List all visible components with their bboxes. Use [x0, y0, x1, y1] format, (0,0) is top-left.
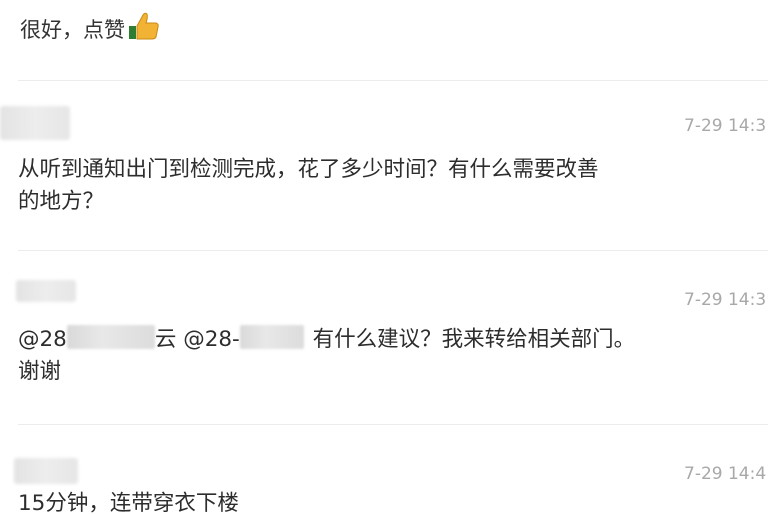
redacted-name [66, 325, 155, 349]
comment-body: @28 云 @28- 有什么建议？我来转给相关部门。 谢谢 [18, 324, 738, 388]
comment-time: 7-29 14:3 [684, 116, 767, 136]
mention-link[interactable]: 云 @28- [155, 327, 240, 352]
comment-feed: 很好，点赞 7-29 14:3 从听到通知出门到检测完成，花了多少时间？有什么需… [0, 0, 768, 514]
comment-body: 15分钟，连带穿衣下楼 [18, 488, 738, 514]
divider [18, 80, 768, 81]
comment-text: 有什么建议？我来转给相关部门。 [305, 327, 636, 352]
divider [18, 250, 768, 251]
comment-line: 15分钟，连带穿衣下楼 [18, 491, 239, 514]
comment-line: @28 云 @28- 有什么建议？我来转给相关部门。 [18, 324, 738, 356]
comment-line: 的地方？ [18, 189, 105, 214]
blurred-username [14, 458, 78, 484]
comment-body: 从听到通知出门到检测完成，花了多少时间？有什么需要改善 的地方？ [18, 154, 738, 218]
comment-time: 7-29 14:4 [684, 464, 767, 484]
comment-body: 很好，点赞 [20, 18, 125, 42]
divider [18, 424, 768, 425]
redacted-name [239, 325, 304, 349]
comment-time: 7-29 14:3 [684, 290, 767, 310]
mention-link[interactable]: @28 [18, 327, 67, 352]
thumbs-up-icon [127, 11, 161, 46]
blurred-username [0, 106, 70, 140]
top-comment-text: 很好，点赞 [20, 11, 161, 46]
comment-line: 从听到通知出门到检测完成，花了多少时间？有什么需要改善 [18, 157, 599, 182]
comment-line: 谢谢 [18, 359, 62, 384]
blurred-username [16, 280, 76, 302]
